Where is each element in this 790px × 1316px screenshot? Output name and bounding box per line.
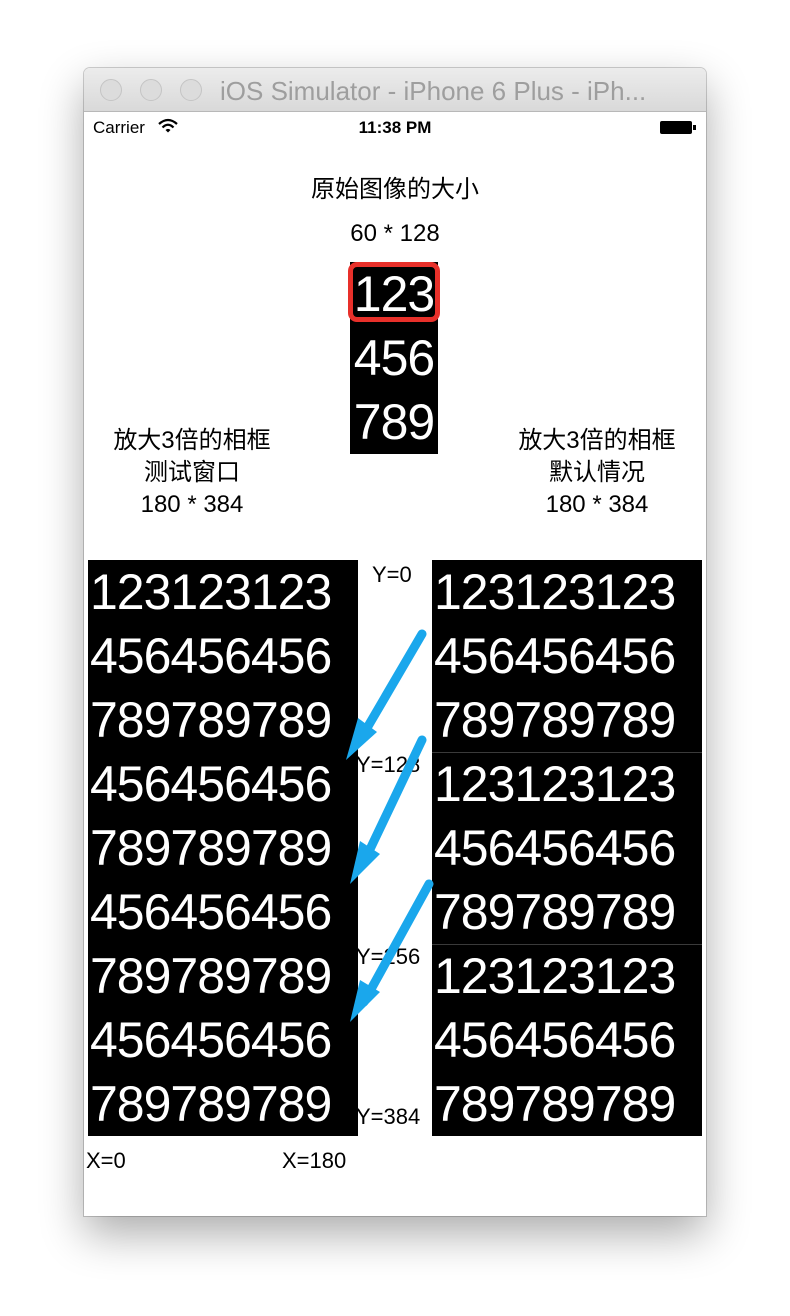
right-row: 789789789 (434, 1076, 676, 1132)
x-label-0: X=0 (86, 1148, 126, 1173)
battery-icon (660, 121, 692, 134)
minimize-button[interactable] (140, 79, 162, 101)
original-size: 60 * 128 (350, 220, 440, 247)
right-row: 123123123 (434, 756, 676, 812)
battery-tip (693, 125, 696, 130)
left-panel-size: 180 * 384 (140, 491, 244, 518)
original-row-3: 789 (353, 394, 435, 450)
original-title: 原始图像的大小 (311, 176, 479, 203)
left-row: 456456456 (90, 1012, 332, 1068)
right-row: 456456456 (434, 820, 676, 876)
x-label-180: X=180 (282, 1148, 347, 1173)
left-row: 789789789 (90, 820, 332, 876)
left-row: 456456456 (90, 628, 332, 684)
right-row: 789789789 (434, 692, 676, 748)
close-button[interactable] (100, 79, 122, 101)
y-label-128: Y=128 (356, 752, 421, 777)
y-label-256: Y=256 (356, 944, 421, 969)
left-row: 456456456 (90, 756, 332, 812)
left-panel-title-line1: 放大3倍的相框 (113, 427, 271, 454)
left-panel-title-line2: 测试窗口 (144, 459, 240, 486)
right-panel-title-line1: 放大3倍的相框 (518, 427, 676, 454)
right-row: 456456456 (434, 628, 676, 684)
original-row-2: 456 (353, 330, 435, 386)
right-panel-size: 180 * 384 (545, 491, 649, 518)
status-bar: Carrier 11:38 PM (84, 112, 706, 142)
right-row: 456456456 (434, 1012, 676, 1068)
simulator-screen: Carrier 11:38 PM 原始图像的大小 60 * 128 123 45… (84, 112, 706, 1216)
left-row: 123123123 (90, 564, 332, 620)
left-row: 789789789 (90, 692, 332, 748)
zoom-button[interactable] (180, 79, 202, 101)
left-scaled-image: 123123123 456456456 789789789 456456456 … (88, 560, 358, 1136)
y-label-384: Y=384 (356, 1104, 421, 1129)
right-panel-title-line2: 默认情况 (549, 459, 645, 486)
right-scaled-image: 123123123 456456456 789789789 123123123 … (432, 560, 702, 1136)
right-row: 123123123 (434, 564, 676, 620)
left-row: 456456456 (90, 884, 332, 940)
window-titlebar: iOS Simulator - iPhone 6 Plus - iPh... (84, 68, 706, 112)
window-title: iOS Simulator - iPhone 6 Plus - iPh... (220, 76, 647, 106)
right-row: 123123123 (434, 948, 676, 1004)
status-time: 11:38 PM (358, 118, 432, 137)
left-row: 789789789 (90, 1076, 332, 1132)
simulator-window: iOS Simulator - iPhone 6 Plus - iPh... C… (84, 68, 706, 1216)
y-label-0: Y=0 (372, 562, 412, 587)
left-row: 789789789 (90, 948, 332, 1004)
right-row: 789789789 (434, 884, 676, 940)
highlight-box (348, 262, 440, 322)
